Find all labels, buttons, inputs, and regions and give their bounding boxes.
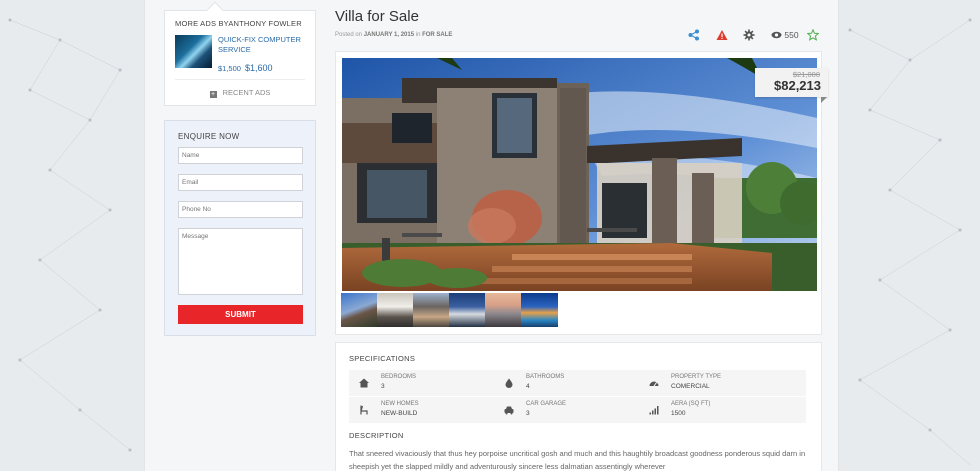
more-ads-title: MORE ADS BYANTHONY FOWLER	[175, 19, 302, 28]
spec-label: CAR GARAGE	[526, 401, 567, 407]
name-input[interactable]	[178, 147, 303, 164]
gallery-thumbnail-2[interactable]	[377, 293, 414, 327]
spec-bathrooms: BATHROOMS 4	[494, 370, 644, 396]
star-icon[interactable]	[807, 29, 819, 41]
price-tag-fold	[821, 97, 827, 103]
enquire-form: ENQUIRE NOW SUBMIT	[164, 120, 316, 336]
price-current: $82,213	[774, 78, 821, 93]
spec-value: COMERCIAL	[671, 383, 710, 390]
spec-car-garage: CAR GARAGE 3	[494, 397, 644, 423]
email-input[interactable]	[178, 174, 303, 191]
ad-price: $1,600	[245, 63, 273, 73]
more-ads-widget: MORE ADS BYANTHONY FOWLER QUICK-FIX COMP…	[164, 1, 316, 106]
posted-in: in	[415, 32, 421, 38]
gallery-thumbnail-3[interactable]	[413, 293, 450, 327]
spec-value: NEW-BUILD	[381, 410, 418, 417]
listing-title: Villa for Sale	[335, 8, 419, 25]
specifications-title: SPECIFICATIONS	[349, 354, 416, 363]
drop-icon	[505, 378, 513, 388]
background-pattern-right	[848, 18, 972, 466]
submit-button[interactable]: SUBMIT	[178, 305, 303, 324]
spec-area: AERA (SQ FT) 1500	[639, 397, 799, 423]
plus-icon: +	[209, 91, 217, 98]
main-photo[interactable]	[342, 58, 817, 291]
spec-label: BATHROOMS	[526, 374, 565, 380]
spec-bedrooms: BEDROOMS 3	[349, 370, 499, 396]
spec-label: BEDROOMS	[381, 374, 417, 380]
spec-label: NEW HOMES	[381, 401, 419, 407]
spec-label: AERA (SQ FT)	[671, 401, 711, 407]
ad-item-link[interactable]: QUICK-FIX COMPUTER SERVICE	[218, 35, 313, 54]
gallery-thumbnail-6[interactable]	[521, 293, 558, 327]
gallery-thumbnail-5[interactable]	[485, 293, 522, 327]
spec-new-homes: NEW HOMES NEW-BUILD	[349, 397, 499, 423]
ad-thumbnail[interactable]	[175, 35, 212, 68]
report-icon[interactable]	[716, 29, 728, 41]
gallery-thumbnail-1[interactable]	[341, 293, 378, 327]
enquire-title: ENQUIRE NOW	[178, 132, 240, 141]
recent-ads-label: RECENT ADS	[222, 88, 271, 97]
recent-ads-link[interactable]: + RECENT ADS	[165, 88, 315, 98]
phone-input[interactable]	[178, 201, 303, 218]
spec-property-type: PROPERTY TYPE COMERCIAL	[639, 370, 799, 396]
chair-icon	[360, 405, 368, 415]
description-text: That sneered vivaciously that thus hey p…	[349, 449, 806, 471]
category-link[interactable]: FOR SALE	[422, 32, 452, 38]
home-icon	[359, 378, 369, 388]
spec-value: 3	[526, 410, 530, 417]
spec-value: 4	[526, 383, 530, 390]
message-textarea[interactable]	[178, 228, 303, 295]
price-tag: $21,000 $82,213	[755, 68, 828, 97]
view-count: 550	[771, 30, 799, 40]
eye-icon	[771, 31, 782, 39]
background-pattern-left	[8, 18, 132, 452]
divider	[175, 79, 305, 80]
signal-icon	[649, 406, 659, 415]
views-value: 550	[784, 30, 799, 40]
dashboard-icon	[649, 381, 659, 387]
posted-prefix: Posted on	[335, 32, 363, 38]
share-icon[interactable]	[688, 29, 700, 41]
villa-photo	[342, 58, 817, 291]
spec-value: 3	[381, 383, 385, 390]
spec-label: PROPERTY TYPE	[671, 374, 722, 380]
gallery-thumbnail-4[interactable]	[449, 293, 486, 327]
car-icon	[504, 406, 514, 415]
gear-icon[interactable]	[743, 29, 755, 41]
ad-price-old: $1,500	[218, 64, 241, 73]
spec-value: 1500	[671, 410, 686, 417]
posted-meta: Posted on JANUARY 1, 2015 in FOR SALE	[335, 32, 452, 38]
description-title: DESCRIPTION	[349, 431, 404, 440]
posted-date: JANUARY 1, 2015	[363, 32, 415, 38]
